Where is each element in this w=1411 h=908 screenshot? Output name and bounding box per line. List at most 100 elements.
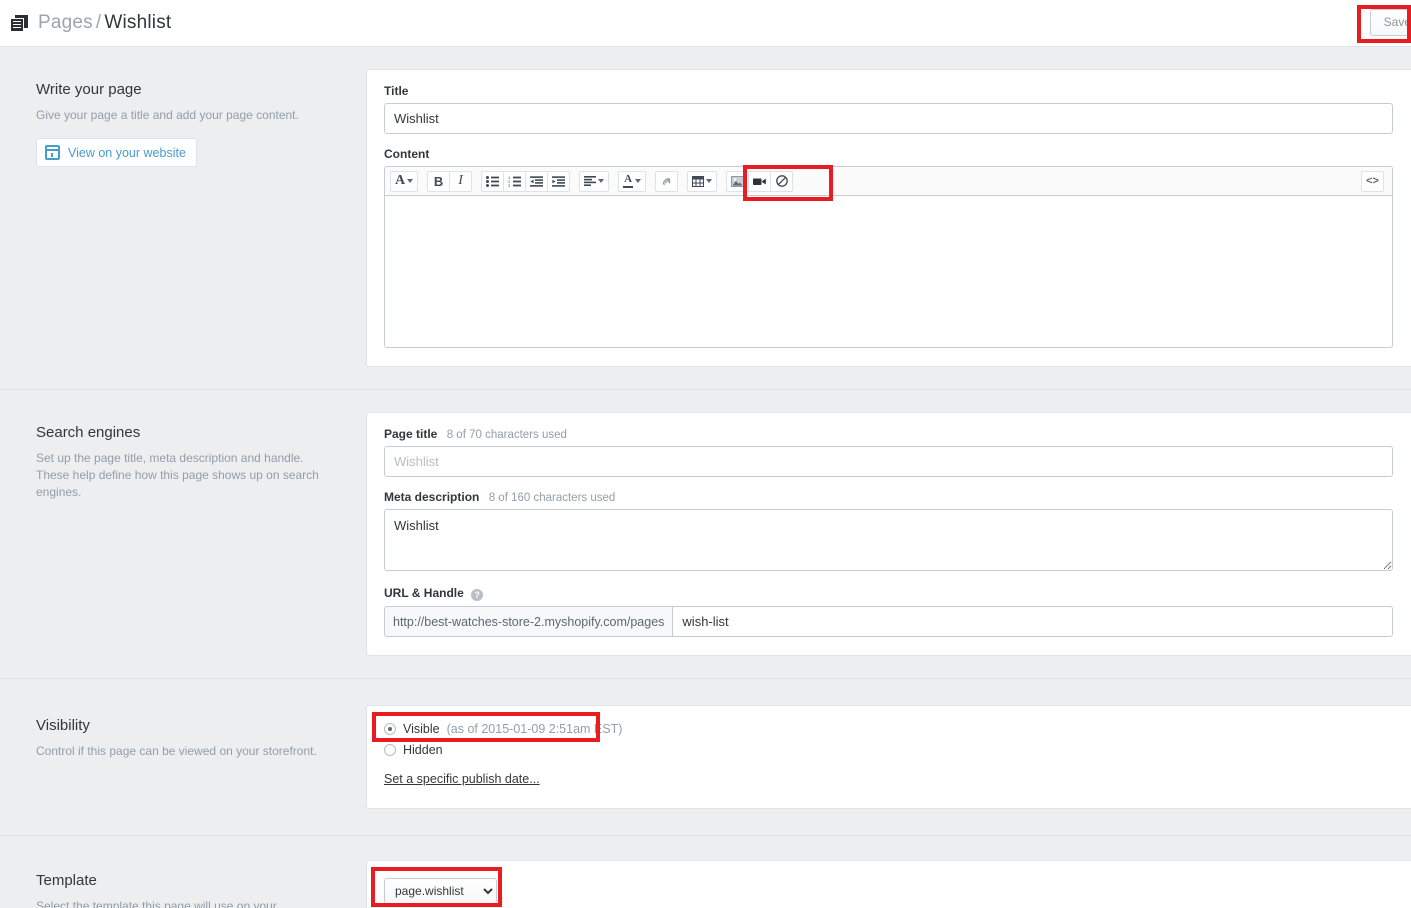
visible-radio-row[interactable]: Visible (as of 2015-01-09 2:51am EST) — [384, 722, 1393, 736]
link-button[interactable] — [655, 170, 679, 192]
seo-section-aside: Search engines Set up the page title, me… — [0, 412, 366, 656]
format-label: A — [395, 173, 406, 188]
insert-image-button[interactable] — [726, 170, 750, 192]
chevron-down-icon — [598, 179, 605, 183]
url-handle-row: http://best-watches-store-2.myshopify.co… — [384, 606, 1393, 637]
toolbar-group-color: A — [618, 170, 647, 192]
meta-description-label: Meta description 8 of 160 characters use… — [384, 490, 1393, 504]
editor-toolbar: A B I 1 2 3 A <> — [384, 166, 1393, 195]
search-engines-section: Search engines Set up the page title, me… — [0, 389, 1411, 678]
numbered-list-button[interactable]: 1 2 3 — [503, 170, 527, 192]
top-save-wrap: Save — [1369, 9, 1411, 36]
template-section-description: Select the template this page will use o… — [36, 899, 277, 908]
visible-timestamp: (as of 2015-01-09 2:51am EST) — [446, 722, 623, 736]
chevron-down-icon — [635, 179, 642, 183]
visible-radio-icon[interactable] — [384, 723, 396, 735]
toolbar-group-align — [579, 170, 610, 192]
breadcrumb-current: Wishlist — [104, 12, 172, 33]
write-section-description: Give your page a title and add your page… — [36, 108, 299, 122]
chevron-down-icon — [706, 179, 713, 183]
text-color-icon: A — [623, 174, 634, 188]
breadcrumb-pages-link[interactable]: Pages — [38, 12, 93, 33]
url-handle-label: URL & Handle ? — [384, 586, 1393, 601]
top-save-button[interactable]: Save — [1369, 9, 1411, 36]
html-view-button[interactable]: <> — [1361, 170, 1384, 192]
toolbar-group-media — [726, 170, 794, 192]
outdent-button[interactable] — [525, 170, 549, 192]
visibility-section-main: Visible (as of 2015-01-09 2:51am EST) Hi… — [366, 705, 1411, 809]
bullet-list-icon — [486, 175, 500, 187]
meta-description-counter: 8 of 160 characters used — [488, 492, 616, 504]
hidden-radio-icon[interactable] — [384, 744, 396, 756]
bold-label: B — [433, 173, 444, 189]
indent-icon — [552, 175, 566, 187]
set-publish-date-link[interactable]: Set a specific publish date... — [384, 772, 540, 786]
top-bar: Pages / Wishlist Save — [0, 0, 1411, 47]
svg-text:3: 3 — [508, 183, 511, 187]
template-section-heading: Template — [36, 872, 97, 889]
bold-button[interactable]: B — [427, 170, 451, 192]
outdent-icon — [530, 175, 544, 187]
page-title-counter: 8 of 70 characters used — [446, 429, 567, 441]
toolbar-group-style: B I — [427, 170, 473, 192]
pages-icon — [10, 14, 28, 32]
write-section-aside: Write your page Give your page a title a… — [0, 69, 366, 367]
numbered-list-icon: 1 2 3 — [508, 176, 522, 187]
visibility-section-aside: Visibility Control if this page can be v… — [0, 705, 366, 809]
template-section-main: page.wishlist — [366, 860, 1411, 908]
write-section-heading: Write your page — [36, 81, 142, 98]
template-select[interactable]: page.wishlist — [384, 878, 497, 904]
table-icon — [692, 175, 705, 187]
write-your-page-section: Write your page Give your page a title a… — [0, 47, 1411, 389]
table-dropdown-button[interactable] — [687, 170, 718, 192]
toolbar-group-insert — [655, 170, 679, 192]
breadcrumb-separator: / — [95, 12, 102, 33]
video-icon — [753, 178, 766, 185]
url-handle-label-text: URL & Handle — [384, 586, 464, 600]
italic-button[interactable]: I — [449, 170, 473, 192]
link-icon — [663, 177, 671, 185]
page-title-label-text: Page title — [384, 427, 438, 441]
chevron-down-icon — [407, 179, 414, 183]
visibility-section-heading: Visibility — [36, 717, 90, 734]
view-on-website-label: View on your website — [68, 145, 186, 160]
seo-section-description: Set up the page title, meta description … — [36, 451, 319, 499]
window-icon — [45, 145, 60, 160]
content-label: Content — [384, 147, 430, 161]
image-icon — [731, 175, 745, 187]
content-editor-area[interactable] — [384, 195, 1393, 348]
url-handle-input[interactable] — [672, 606, 1393, 637]
toolbar-group-format: A — [390, 170, 419, 192]
url-prefix: http://best-watches-store-2.myshopify.co… — [384, 606, 673, 637]
format-dropdown-button[interactable]: A — [390, 170, 419, 192]
toolbar-group-lists: 1 2 3 — [481, 170, 571, 192]
hidden-label: Hidden — [403, 743, 443, 757]
visible-label: Visible — [403, 722, 440, 736]
title-input[interactable] — [384, 103, 1393, 134]
view-on-website-button[interactable]: View on your website — [36, 138, 197, 167]
align-left-icon — [584, 176, 597, 186]
help-icon[interactable]: ? — [471, 589, 484, 601]
insert-video-button[interactable] — [748, 170, 772, 192]
html-view-label: <> — [1366, 175, 1379, 187]
template-section-aside: Template Select the template this page w… — [0, 860, 366, 908]
breadcrumb: Pages / Wishlist — [38, 12, 171, 34]
toolbar-group-table — [687, 170, 718, 192]
seo-section-heading: Search engines — [36, 424, 141, 441]
meta-description-label-text: Meta description — [384, 490, 480, 504]
align-dropdown-button[interactable] — [579, 170, 610, 192]
title-label: Title — [384, 84, 409, 98]
meta-description-textarea[interactable] — [384, 509, 1393, 571]
hidden-radio-row[interactable]: Hidden — [384, 743, 1393, 757]
page-title-input[interactable] — [384, 446, 1393, 477]
text-color-dropdown-button[interactable]: A — [618, 170, 647, 192]
clear-formatting-button[interactable] — [770, 170, 794, 192]
italic-label: I — [458, 173, 463, 188]
seo-section-main: Page title 8 of 70 characters used Meta … — [366, 412, 1411, 656]
template-section: Template Select the template this page w… — [0, 835, 1411, 908]
bullet-list-button[interactable] — [481, 170, 505, 192]
indent-button[interactable] — [547, 170, 571, 192]
visibility-section-description: Control if this page can be viewed on yo… — [36, 744, 317, 758]
clear-formatting-icon — [775, 175, 788, 187]
page-title-label: Page title 8 of 70 characters used — [384, 427, 1393, 441]
